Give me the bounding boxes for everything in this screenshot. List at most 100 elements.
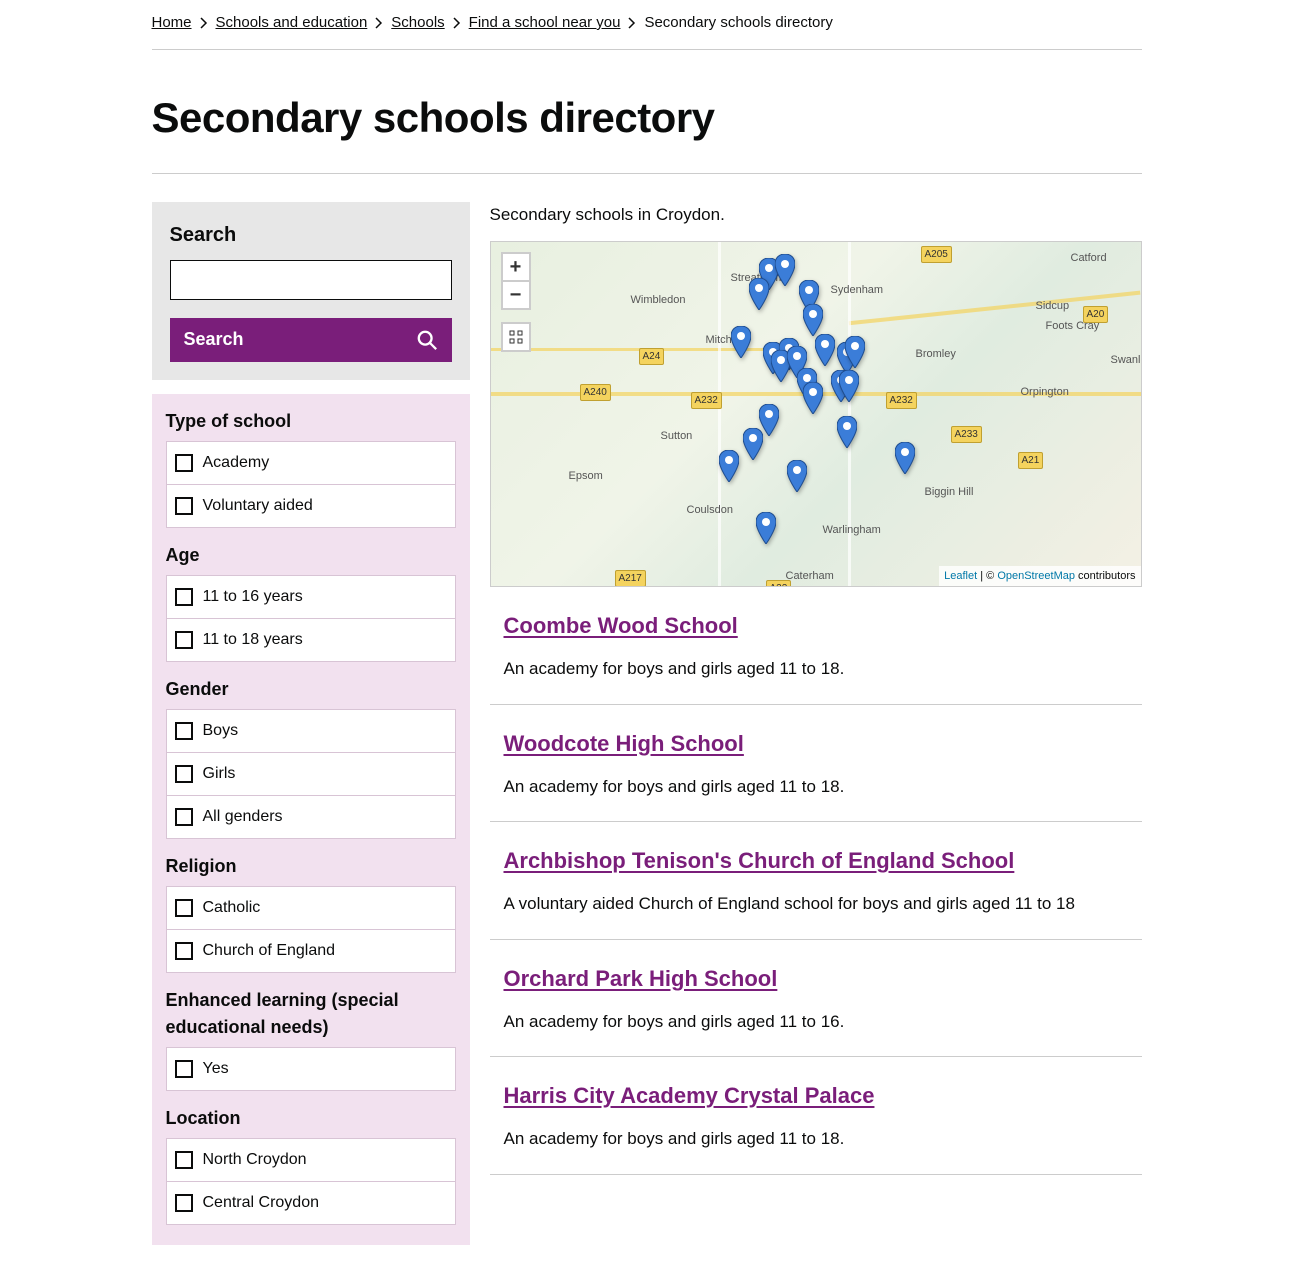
- checkbox-icon: [175, 1060, 193, 1078]
- map-marker-icon[interactable]: [839, 370, 859, 402]
- page-title: Secondary schools directory: [152, 86, 1142, 174]
- map-marker-icon[interactable]: [731, 326, 751, 358]
- filter-heading: Enhanced learning (special educational n…: [166, 987, 456, 1041]
- checkbox-icon: [175, 497, 193, 515]
- map-marker-icon[interactable]: [803, 304, 823, 336]
- map-marker-icon[interactable]: [815, 334, 835, 366]
- zoom-out-button[interactable]: −: [501, 280, 531, 310]
- filter-group: Gender BoysGirlsAll genders: [166, 676, 456, 839]
- breadcrumb-link-schools[interactable]: Schools: [391, 12, 444, 35]
- filter-group: Type of school Academy Voluntary aided: [166, 408, 456, 528]
- filter-option[interactable]: All genders: [167, 796, 455, 838]
- map-road-label: A233: [951, 426, 982, 443]
- filter-option[interactable]: Central Croydon: [167, 1182, 455, 1224]
- map-marker-icon[interactable]: [895, 442, 915, 474]
- checkbox-icon: [175, 765, 193, 783]
- filter-option[interactable]: 11 to 16 years: [167, 576, 455, 619]
- filter-options: North Croydon Central Croydon: [166, 1138, 456, 1225]
- map-marker-icon[interactable]: [845, 336, 865, 368]
- filter-option[interactable]: Academy: [167, 442, 455, 485]
- filter-option[interactable]: 11 to 18 years: [167, 619, 455, 661]
- filter-options: 11 to 16 years 11 to 18 years: [166, 575, 456, 662]
- filter-heading: Age: [166, 542, 456, 569]
- map-marker-icon[interactable]: [756, 512, 776, 544]
- sidebar: Search Search Type of school Academy Volun…: [152, 202, 470, 1259]
- map-road-label: A20: [1083, 306, 1109, 323]
- map-road-label: A232: [691, 392, 722, 409]
- search-button[interactable]: Search: [170, 318, 452, 362]
- result-item: Harris City Academy Crystal Palace An aca…: [490, 1057, 1142, 1175]
- checkbox-icon: [175, 899, 193, 917]
- map[interactable]: + − Leaflet | © OpenStreetMap contributo…: [490, 241, 1142, 587]
- search-input[interactable]: [170, 260, 452, 300]
- result-link[interactable]: Archbishop Tenison's Church of England S…: [504, 848, 1015, 873]
- map-road-label: A217: [615, 570, 646, 587]
- breadcrumb-link-find-school[interactable]: Find a school near you: [469, 12, 621, 35]
- result-desc: An academy for boys and girls aged 11 to…: [504, 1126, 1128, 1152]
- chevron-right-icon: [375, 17, 383, 29]
- filter-heading: Gender: [166, 676, 456, 703]
- filter-option-label: 11 to 18 years: [203, 628, 303, 652]
- chevron-right-icon: [628, 17, 636, 29]
- filter-option[interactable]: Catholic: [167, 887, 455, 930]
- map-marker-icon[interactable]: [719, 450, 739, 482]
- map-marker-icon[interactable]: [803, 382, 823, 414]
- map-marker-icon[interactable]: [787, 460, 807, 492]
- filter-options: BoysGirlsAll genders: [166, 709, 456, 839]
- result-title: Woodcote High School: [504, 727, 1128, 760]
- search-button-label: Search: [184, 329, 244, 350]
- map-controls: + −: [501, 252, 531, 350]
- filter-heading: Religion: [166, 853, 456, 880]
- filter-group: Enhanced learning (special educational n…: [166, 987, 456, 1091]
- filter-option[interactable]: Boys: [167, 710, 455, 753]
- result-link[interactable]: Harris City Academy Crystal Palace: [504, 1083, 875, 1108]
- result-title: Coombe Wood School: [504, 609, 1128, 642]
- result-item: Orchard Park High SchoolAn academy for b…: [490, 940, 1142, 1058]
- breadcrumb-link-home[interactable]: Home: [152, 12, 192, 35]
- result-link[interactable]: Orchard Park High School: [504, 966, 778, 991]
- map-road-label: A22: [766, 580, 792, 587]
- filter-option-label: Academy: [203, 451, 270, 475]
- attrib-sep: | ©: [977, 570, 997, 582]
- map-place-label: Sidcup: [1036, 298, 1070, 315]
- result-link[interactable]: Woodcote High School: [504, 731, 744, 756]
- leaflet-link[interactable]: Leaflet: [944, 570, 977, 582]
- map-marker-icon[interactable]: [837, 416, 857, 448]
- filter-option-label: Catholic: [203, 896, 261, 920]
- filter-heading: Location: [166, 1105, 456, 1132]
- filter-options: Academy Voluntary aided: [166, 441, 456, 528]
- filter-heading: Type of school: [166, 408, 456, 435]
- map-road-label: A232: [886, 392, 917, 409]
- filter-option-label: Yes: [203, 1057, 229, 1081]
- map-marker-icon[interactable]: [749, 278, 769, 310]
- map-place-label: Sydenham: [831, 282, 884, 299]
- map-road-label: A21: [1018, 452, 1044, 469]
- filter-option[interactable]: Yes: [167, 1048, 455, 1090]
- map-place-label: Wimbledon: [631, 292, 686, 309]
- map-place-label: Caterham: [786, 568, 834, 585]
- filter-option[interactable]: North Croydon: [167, 1139, 455, 1182]
- filter-option[interactable]: Girls: [167, 753, 455, 796]
- filter-option-label: Voluntary aided: [203, 494, 313, 518]
- map-place-label: Warlingham: [823, 522, 881, 539]
- checkbox-icon: [175, 588, 193, 606]
- result-link[interactable]: Coombe Wood School: [504, 613, 738, 638]
- filter-options: Yes: [166, 1047, 456, 1091]
- map-place-label: Orpington: [1021, 384, 1069, 401]
- fullscreen-icon: [509, 330, 523, 344]
- intro-text: Secondary schools in Croydon.: [490, 202, 1142, 228]
- map-marker-icon[interactable]: [743, 428, 763, 460]
- breadcrumb-link-schools-education[interactable]: Schools and education: [216, 12, 368, 35]
- map-marker-icon[interactable]: [775, 254, 795, 286]
- filter-option[interactable]: Voluntary aided: [167, 485, 455, 527]
- zoom-in-button[interactable]: +: [501, 252, 531, 282]
- filter-option-label: Central Croydon: [203, 1191, 320, 1215]
- search-panel: Search Search: [152, 202, 470, 380]
- breadcrumb-current: Secondary schools directory: [644, 12, 832, 35]
- filter-option[interactable]: Church of England: [167, 930, 455, 972]
- osm-link[interactable]: OpenStreetMap: [997, 570, 1075, 582]
- map-road-label: A24: [639, 348, 665, 365]
- fullscreen-button[interactable]: [501, 322, 531, 352]
- filter-option-label: Church of England: [203, 939, 336, 963]
- checkbox-icon: [175, 1194, 193, 1212]
